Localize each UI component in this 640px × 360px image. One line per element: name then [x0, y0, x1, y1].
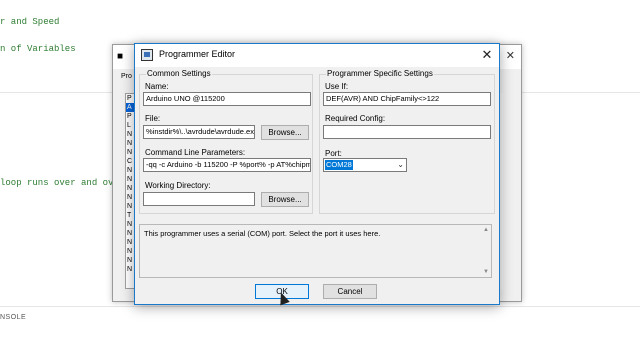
use-if-field[interactable]: DEF(AVR) AND ChipFamily<>122 — [323, 92, 491, 106]
port-selected-value: COM28 — [325, 160, 353, 170]
dialog-title: Programmer Editor — [159, 49, 236, 59]
description-text: This programmer uses a serial (COM) port… — [144, 229, 381, 238]
working-directory-field[interactable] — [143, 192, 255, 206]
specific-settings-title: Programmer Specific Settings — [326, 69, 434, 78]
code-line: loop runs over and ov — [0, 178, 114, 188]
dialog-titlebar[interactable]: Programmer Editor ✕ — [135, 44, 499, 67]
required-config-field[interactable] — [323, 125, 491, 139]
working-directory-label: Working Directory: — [145, 181, 211, 190]
command-line-label: Command Line Parameters: — [145, 148, 246, 157]
browse-directory-button[interactable]: Browse... — [261, 192, 309, 207]
command-line-field[interactable]: -qq -c Arduino -b 115200 -P %port% -p AT… — [143, 158, 311, 172]
name-label: Name: — [145, 82, 169, 91]
programmer-editor-dialog: Programmer Editor ✕ Common Settings Name… — [134, 43, 500, 305]
back-window-tab[interactable]: Pro — [121, 73, 132, 80]
console-divider — [0, 306, 640, 307]
close-icon[interactable]: ✕ — [506, 49, 515, 62]
port-select[interactable]: COM28 ⌄ — [323, 158, 407, 172]
file-field[interactable]: %instdir%\..\avrdude\avrdude.ex — [143, 125, 255, 139]
code-line: n of Variables — [0, 44, 76, 54]
cancel-button[interactable]: Cancel — [323, 284, 377, 299]
use-if-label: Use If: — [325, 82, 349, 91]
file-label: File: — [145, 114, 161, 123]
required-config-label: Required Config: — [325, 114, 386, 123]
browse-file-button[interactable]: Browse... — [261, 125, 309, 140]
code-line: r and Speed — [0, 17, 60, 27]
port-label: Port: — [325, 149, 342, 158]
chevron-down-icon[interactable]: ⌄ — [397, 160, 404, 169]
console-tab[interactable]: NSOLE — [0, 314, 26, 321]
programmer-icon — [141, 49, 153, 61]
scroll-up-icon[interactable]: ▲ — [483, 227, 489, 233]
close-icon[interactable]: ✕ — [475, 44, 499, 67]
cow-icon: ■ — [117, 51, 124, 62]
common-settings-title: Common Settings — [146, 69, 212, 78]
scroll-down-icon[interactable]: ▼ — [483, 269, 489, 275]
name-field[interactable]: Arduino UNO @115200 — [143, 92, 311, 106]
programmer-description: This programmer uses a serial (COM) port… — [139, 224, 492, 278]
